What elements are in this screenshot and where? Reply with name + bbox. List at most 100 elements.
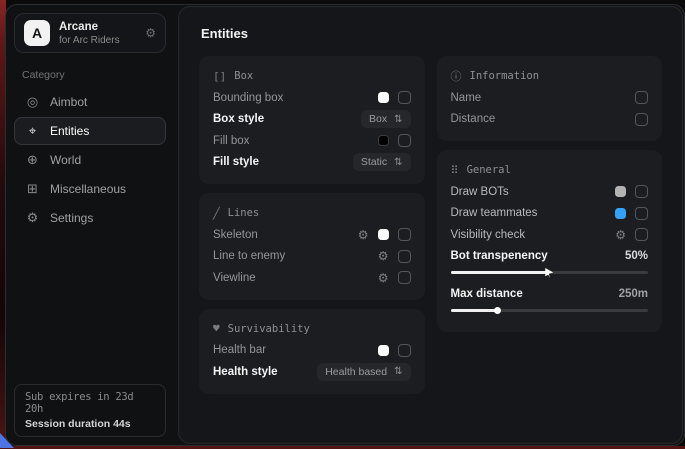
health-style-row: Health style Health based ⇅ <box>213 361 411 383</box>
dots-grid-icon: ⠿ <box>451 164 459 177</box>
skeleton-row: Skeleton ⚙ <box>213 224 411 246</box>
brand-name: Arcane <box>59 21 136 33</box>
fill-style-dropdown[interactable]: Static ⇅ <box>353 153 411 171</box>
main-panel: Entities [] Box Bounding box <box>178 6 683 444</box>
viewline-checkbox[interactable] <box>398 271 411 284</box>
box-corners-icon: [] <box>213 70 226 83</box>
viewline-row: Viewline ⚙ <box>213 267 411 289</box>
slider-fill <box>451 309 498 312</box>
section-title: General <box>467 164 511 176</box>
crosshair-icon: ◎ <box>25 94 40 110</box>
draw-bots-row: Draw BOTs <box>451 181 649 203</box>
section-title: Survivability <box>228 323 310 335</box>
draw-teammates-color-swatch[interactable] <box>615 208 626 219</box>
chevrons-up-down-icon: ⇅ <box>394 114 402 125</box>
health-bar-checkbox[interactable] <box>398 344 411 357</box>
max-distance-row: Max distance 250m <box>451 283 649 305</box>
sidebar: A Arcane for Arc Riders ⚙ Category ◎ Aim… <box>6 5 174 445</box>
bot-transparency-slider[interactable] <box>451 271 649 274</box>
category-label: Category <box>22 69 158 81</box>
sidebar-item-label: Miscellaneous <box>50 182 126 196</box>
fill-box-checkbox[interactable] <box>398 134 411 147</box>
skeleton-label: Skeleton <box>213 229 258 241</box>
box-style-dropdown[interactable]: Box ⇅ <box>361 110 410 128</box>
brand-gear-icon[interactable]: ⚙ <box>145 26 156 40</box>
distance-label: Distance <box>451 113 496 125</box>
draw-bots-label: Draw BOTs <box>451 186 509 198</box>
session-duration-text: Session duration 44s <box>25 418 155 430</box>
health-bar-row: Health bar <box>213 340 411 362</box>
name-row: Name <box>451 87 649 109</box>
sidebar-item-label: World <box>50 153 81 167</box>
bot-transparency-label: Bot transpenency <box>451 250 548 262</box>
left-column: [] Box Bounding box Box style Box <box>199 56 425 394</box>
information-section: ⓘ Information Name Distance <box>437 56 663 141</box>
health-bar-color-swatch[interactable] <box>378 345 389 356</box>
globe-icon: ⊕ <box>25 152 40 168</box>
visibility-check-checkbox[interactable] <box>635 228 648 241</box>
viewline-label: Viewline <box>213 272 256 284</box>
health-style-dropdown[interactable]: Health based ⇅ <box>317 363 410 381</box>
max-distance-label: Max distance <box>451 288 523 300</box>
subscription-card: Sub expires in 23d 20h Session duration … <box>14 384 166 437</box>
grid-icon: ⊞ <box>25 181 40 197</box>
slider-thumb[interactable] <box>494 307 501 314</box>
sidebar-item-world[interactable]: ⊕ World <box>14 146 166 174</box>
skeleton-checkbox[interactable] <box>398 228 411 241</box>
line-to-enemy-checkbox[interactable] <box>398 250 411 263</box>
bounding-box-label: Bounding box <box>213 92 283 104</box>
right-column: ⓘ Information Name Distance <box>437 56 663 332</box>
fill-box-row: Fill box <box>213 130 411 152</box>
box-style-row: Box style Box ⇅ <box>213 109 411 131</box>
bounding-box-color-swatch[interactable] <box>378 92 389 103</box>
sidebar-item-entities[interactable]: ⌖ Entities <box>14 117 166 145</box>
fill-style-row: Fill style Static ⇅ <box>213 152 411 174</box>
max-distance-slider[interactable] <box>451 309 649 312</box>
draw-bots-checkbox[interactable] <box>635 185 648 198</box>
fill-style-label: Fill style <box>213 156 259 168</box>
box-style-label: Box style <box>213 113 264 125</box>
sidebar-item-aimbot[interactable]: ◎ Aimbot <box>14 88 166 116</box>
visibility-check-config-gear-icon[interactable]: ⚙ <box>615 229 626 241</box>
line-to-enemy-config-gear-icon[interactable]: ⚙ <box>378 250 389 262</box>
general-section: ⠿ General Draw BOTs Draw teammates <box>437 150 663 332</box>
distance-row: Distance <box>451 109 649 131</box>
bot-transparency-value: 50% <box>625 250 648 262</box>
sidebar-item-label: Settings <box>50 211 93 225</box>
bot-transparency-row: Bot transpenency 50% <box>451 246 649 268</box>
name-checkbox[interactable] <box>635 91 648 104</box>
brand-card: A Arcane for Arc Riders ⚙ <box>14 13 166 53</box>
skeleton-config-gear-icon[interactable]: ⚙ <box>358 229 369 241</box>
draw-teammates-checkbox[interactable] <box>635 207 648 220</box>
lines-section: ╱ Lines Skeleton ⚙ Line to enemy <box>199 193 425 300</box>
fill-box-color-swatch[interactable] <box>378 135 389 146</box>
dropdown-value: Static <box>361 156 387 168</box>
scan-target-icon: ⌖ <box>25 123 40 139</box>
heart-icon: ♥ <box>213 322 220 335</box>
line-to-enemy-row: Line to enemy ⚙ <box>213 246 411 268</box>
gear-icon: ⚙ <box>25 210 40 226</box>
chevrons-up-down-icon: ⇅ <box>394 366 402 377</box>
health-bar-label: Health bar <box>213 344 266 356</box>
fill-box-label: Fill box <box>213 135 249 147</box>
bounding-box-row: Bounding box <box>213 87 411 109</box>
viewline-config-gear-icon[interactable]: ⚙ <box>378 272 389 284</box>
draw-bots-color-swatch[interactable] <box>615 186 626 197</box>
draw-teammates-label: Draw teammates <box>451 207 538 219</box>
sub-expiry-text: Sub expires in 23d 20h <box>25 391 155 415</box>
diagonal-line-icon: ╱ <box>213 207 220 220</box>
brand-subtitle: for Arc Riders <box>59 35 136 46</box>
brand-logo: A <box>24 20 50 46</box>
sidebar-item-label: Aimbot <box>50 95 87 109</box>
bounding-box-checkbox[interactable] <box>398 91 411 104</box>
skeleton-color-swatch[interactable] <box>378 229 389 240</box>
slider-fill <box>451 271 550 274</box>
distance-checkbox[interactable] <box>635 113 648 126</box>
section-title: Box <box>234 70 253 82</box>
sidebar-item-settings[interactable]: ⚙ Settings <box>14 204 166 232</box>
dropdown-value: Box <box>369 113 387 125</box>
sidebar-item-miscellaneous[interactable]: ⊞ Miscellaneous <box>14 175 166 203</box>
visibility-check-row: Visibility check ⚙ <box>451 224 649 246</box>
box-section: [] Box Bounding box Box style Box <box>199 56 425 184</box>
sidebar-item-label: Entities <box>50 124 89 138</box>
